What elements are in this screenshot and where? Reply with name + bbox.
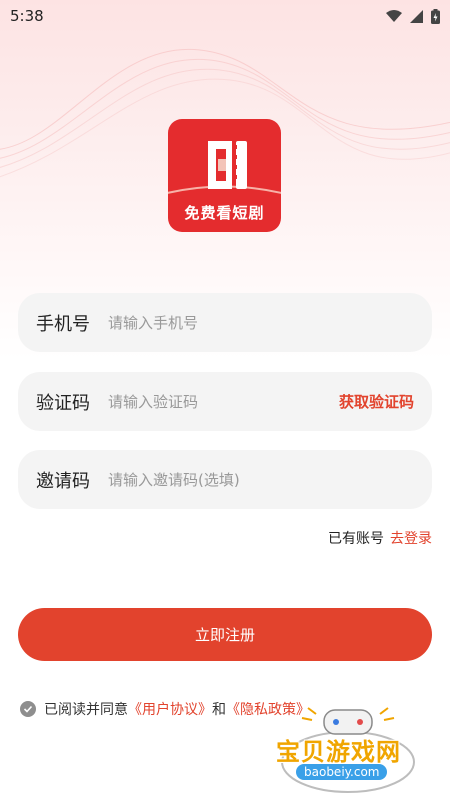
phone-field[interactable]: 手机号 <box>18 293 432 352</box>
watermark-url: baobeiy.com <box>296 764 388 780</box>
verification-code-label: 验证码 <box>36 392 90 414</box>
invite-code-field[interactable]: 邀请码 <box>18 450 432 509</box>
verification-code-input[interactable] <box>108 392 339 411</box>
invite-code-input[interactable] <box>108 470 414 489</box>
user-agreement-link[interactable]: 《用户协议》 <box>128 699 212 719</box>
login-prompt: 已有账号 <box>328 531 384 547</box>
app-logo: 免费看短剧 <box>168 119 281 232</box>
status-bar: 5:38 <box>0 0 450 32</box>
agreement-and: 和 <box>212 702 226 718</box>
battery-icon <box>431 8 440 24</box>
status-time: 5:38 <box>10 7 44 25</box>
phone-label: 手机号 <box>36 313 90 335</box>
login-row: 已有账号 去登录 <box>328 528 432 548</box>
logo-caption: 免费看短剧 <box>184 204 265 222</box>
cellular-icon <box>410 9 423 23</box>
agreement-row: 已阅读并同意 《用户协议》 和 《隐私政策》 <box>20 699 310 719</box>
watermark: 宝贝游戏网 baobeiy.com <box>268 700 428 795</box>
register-button[interactable]: 立即注册 <box>18 608 432 661</box>
wifi-icon <box>386 9 402 22</box>
login-link[interactable]: 去登录 <box>390 531 432 547</box>
agreement-checkbox[interactable] <box>20 701 36 717</box>
get-code-button[interactable]: 获取验证码 <box>339 391 414 412</box>
watermark-title: 宝贝游戏网 <box>276 738 401 766</box>
agreement-prefix: 已阅读并同意 <box>44 702 128 718</box>
status-icons <box>386 8 440 24</box>
phone-input[interactable] <box>108 313 414 332</box>
verification-code-field[interactable]: 验证码 获取验证码 <box>18 372 432 431</box>
invite-code-label: 邀请码 <box>36 470 90 492</box>
checkmark-icon <box>23 705 33 713</box>
